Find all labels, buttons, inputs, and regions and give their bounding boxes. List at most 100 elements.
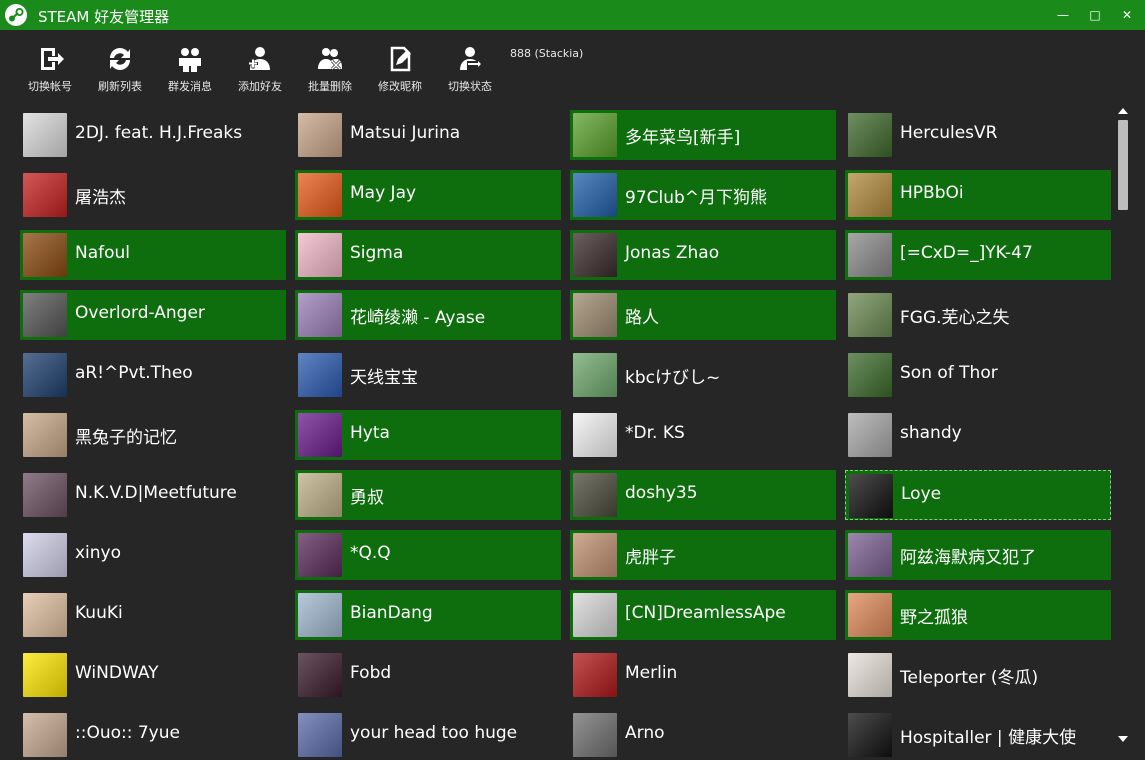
- friend-item[interactable]: 黑兔子的记忆: [20, 410, 286, 460]
- friend-item[interactable]: BianDang: [295, 590, 561, 640]
- minimize-button[interactable]: —: [1054, 7, 1072, 23]
- friend-item[interactable]: aR!^Pvt.Theo: [20, 350, 286, 400]
- friend-item[interactable]: Son of Thor: [845, 350, 1111, 400]
- friend-item[interactable]: Teleporter (冬瓜): [845, 650, 1111, 700]
- friend-item[interactable]: 路人: [570, 290, 836, 340]
- friend-item[interactable]: xinyo: [20, 530, 286, 580]
- friend-avatar: [573, 713, 617, 757]
- friend-item[interactable]: Matsui Jurina: [295, 110, 561, 160]
- friend-avatar: [23, 593, 67, 637]
- friend-item[interactable]: Merlin: [570, 650, 836, 700]
- friend-name: Fobd: [350, 663, 392, 683]
- friend-item[interactable]: HerculesVR: [845, 110, 1111, 160]
- friend-name: 花崎绫濑 - Ayase: [350, 308, 486, 328]
- switch-status-label: 切换状态: [448, 80, 492, 93]
- friend-item[interactable]: 阿兹海默病又犯了: [845, 530, 1111, 580]
- friend-avatar: [23, 233, 67, 277]
- close-button[interactable]: ✕: [1118, 7, 1136, 23]
- switch-status-button[interactable]: 切换状态: [435, 44, 505, 102]
- friend-item[interactable]: Arno: [570, 710, 836, 760]
- friend-item[interactable]: ::Ouo:: 7yue: [20, 710, 286, 760]
- friend-item[interactable]: 屠浩杰: [20, 170, 286, 220]
- friend-item[interactable]: Nafoul: [20, 230, 286, 280]
- friend-avatar: [848, 533, 892, 577]
- friend-item[interactable]: KuuKi: [20, 590, 286, 640]
- friend-item[interactable]: 多年菜鸟[新手]: [570, 110, 836, 160]
- friend-item[interactable]: Jonas Zhao: [570, 230, 836, 280]
- friend-item[interactable]: Hyta: [295, 410, 561, 460]
- friend-name: 多年菜鸟[新手]: [625, 128, 741, 148]
- friend-item[interactable]: doshy35: [570, 470, 836, 520]
- friend-avatar: [849, 474, 893, 518]
- friend-item[interactable]: Fobd: [295, 650, 561, 700]
- friend-item[interactable]: [=CxD=_]YK-47: [845, 230, 1111, 280]
- friend-avatar: [573, 173, 617, 217]
- scroll-thumb[interactable]: [1118, 120, 1128, 210]
- friend-name: 路人: [625, 308, 659, 328]
- broadcast-message-button[interactable]: 群发消息: [155, 44, 225, 102]
- batch-delete-button[interactable]: 批量删除: [295, 44, 365, 102]
- friend-item[interactable]: N.K.V.D|Meetfuture: [20, 470, 286, 520]
- friend-item[interactable]: 野之孤狼: [845, 590, 1111, 640]
- friend-item[interactable]: shandy: [845, 410, 1111, 460]
- friend-name: 屠浩杰: [75, 188, 126, 208]
- switch-account-button[interactable]: 切换帐号: [15, 44, 85, 102]
- friend-item[interactable]: 虎胖子: [570, 530, 836, 580]
- scroll-up-arrow-icon[interactable]: [1118, 108, 1128, 114]
- toolbar: 切换帐号 刷新列表 群发消息 添加好友 批量删除 修改昵称 切换状态 888 (…: [0, 30, 1145, 102]
- friend-item[interactable]: [CN]DreamlessApe: [570, 590, 836, 640]
- friend-item[interactable]: 97Club^月下狗熊: [570, 170, 836, 220]
- broadcast-message-icon: [179, 48, 201, 72]
- batch-delete-label: 批量删除: [308, 80, 352, 93]
- friend-item[interactable]: 2DJ. feat. H.J.Freaks: [20, 110, 286, 160]
- friend-name: 黑兔子的记忆: [75, 428, 177, 448]
- friend-item[interactable]: 勇叔: [295, 470, 561, 520]
- friend-item[interactable]: *Q.Q: [295, 530, 561, 580]
- friend-avatar: [23, 653, 67, 697]
- friend-name: shandy: [900, 423, 962, 443]
- friend-name: Teleporter (冬瓜): [900, 668, 1039, 688]
- friend-item[interactable]: *Dr. KS: [570, 410, 836, 460]
- friend-item[interactable]: your head too huge: [295, 710, 561, 760]
- friend-name: 勇叔: [350, 488, 384, 508]
- switch-account-icon: [41, 48, 64, 70]
- friend-item[interactable]: May Jay: [295, 170, 561, 220]
- batch-delete-icon: [318, 48, 342, 71]
- friend-name: *Q.Q: [350, 543, 391, 563]
- friend-avatar: [573, 533, 617, 577]
- friend-name: Overlord-Anger: [75, 303, 205, 323]
- friend-avatar: [848, 413, 892, 457]
- friend-item[interactable]: Hospitaller | 健康大使: [845, 710, 1111, 760]
- friend-avatar: [848, 653, 892, 697]
- scroll-down-arrow-icon[interactable]: [1118, 736, 1128, 742]
- friend-avatar: [298, 293, 342, 337]
- scrollbar[interactable]: [1114, 104, 1132, 754]
- friend-item[interactable]: WiNDWAY: [20, 650, 286, 700]
- friend-name: HerculesVR: [900, 123, 998, 143]
- friend-name: Merlin: [625, 663, 678, 683]
- friend-name: Hyta: [350, 423, 390, 443]
- friend-item[interactable]: Overlord-Anger: [20, 290, 286, 340]
- friend-name: 野之孤狼: [900, 608, 968, 628]
- edit-nickname-button[interactable]: 修改昵称: [365, 44, 435, 102]
- friend-avatar: [23, 173, 67, 217]
- friend-item[interactable]: 天线宝宝: [295, 350, 561, 400]
- friend-name: Loye: [901, 484, 942, 504]
- friend-item[interactable]: FGG.芜心之失: [845, 290, 1111, 340]
- friend-item[interactable]: Loye: [845, 470, 1111, 520]
- add-friend-label: 添加好友: [238, 80, 282, 93]
- add-friend-button[interactable]: 添加好友: [225, 44, 295, 102]
- friend-avatar: [573, 113, 617, 157]
- friend-item[interactable]: kbcけびし~: [570, 350, 836, 400]
- friend-item[interactable]: HPBbOi: [845, 170, 1111, 220]
- friend-avatar: [848, 593, 892, 637]
- maximize-button[interactable]: □: [1086, 7, 1104, 23]
- friend-item[interactable]: 花崎绫濑 - Ayase: [295, 290, 561, 340]
- friend-name: 虎胖子: [625, 548, 676, 568]
- friend-item[interactable]: Sigma: [295, 230, 561, 280]
- refresh-list-button[interactable]: 刷新列表: [85, 44, 155, 102]
- friend-name: [CN]DreamlessApe: [625, 603, 786, 623]
- friend-name: xinyo: [75, 543, 122, 563]
- add-friend-icon: [248, 47, 270, 70]
- friend-name: Matsui Jurina: [350, 123, 461, 143]
